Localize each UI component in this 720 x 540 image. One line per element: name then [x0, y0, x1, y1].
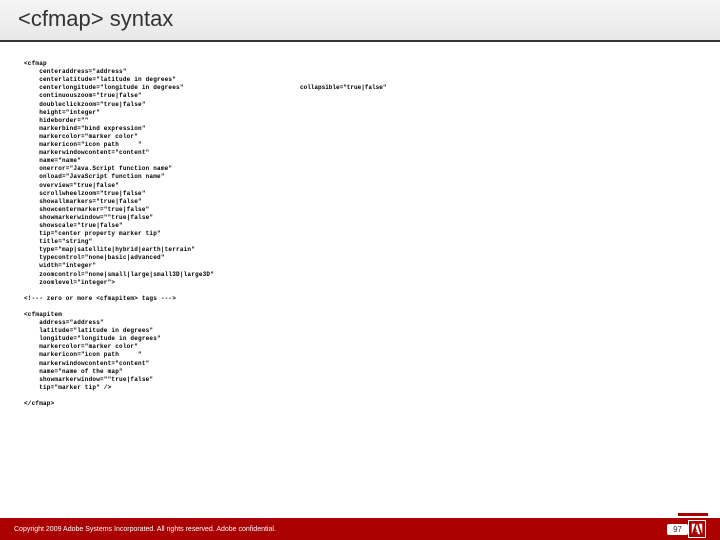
- footer-bar: Copyright 2009 Adobe Systems Incorporate…: [0, 518, 720, 540]
- code-line: showscale="true|false": [24, 222, 123, 229]
- code-line: markerbind="bind expression": [24, 125, 146, 132]
- code-line: scrollwheelzoom="true|false": [24, 190, 146, 197]
- code-line: centerlongitude="longitude in degrees": [24, 84, 184, 91]
- adobe-logo-icon: [688, 520, 706, 538]
- code-line: </cfmap>: [24, 400, 54, 407]
- code-line: longitude="longitude in degrees": [24, 335, 161, 342]
- code-line: markercolor="marker color": [24, 133, 138, 140]
- code-line: showmarkerwindow=""true|false": [24, 214, 153, 221]
- code-line: continuouszoom="true|false": [24, 92, 142, 99]
- code-line: <cfmap: [24, 60, 47, 67]
- code-line: name="name": [24, 157, 81, 164]
- page-number: 97: [667, 524, 688, 535]
- code-line: markercolor="marker color": [24, 343, 138, 350]
- code-line: hideborder="": [24, 117, 89, 124]
- code-line: markerwindowcontent="content": [24, 360, 149, 367]
- code-line: showcentermarker="true|false": [24, 206, 149, 213]
- code-line: tip="center property marker tip": [24, 230, 161, 237]
- code-line: type="map|satellite|hybrid|earth|terrain…: [24, 246, 195, 253]
- code-line: onload="JavaScript function name": [24, 173, 165, 180]
- code-line: title="string": [24, 238, 92, 245]
- accent-bar: [678, 513, 708, 516]
- code-line: markerwindowcontent="content": [24, 149, 149, 156]
- code-line: markericon="icon path ": [24, 351, 142, 358]
- copyright-text: Copyright 2009 Adobe Systems Incorporate…: [14, 526, 647, 533]
- code-line: doubleclickzoom="true|false": [24, 101, 146, 108]
- code-line: width="integer": [24, 262, 96, 269]
- code-line: tip="marker tip" />: [24, 384, 111, 391]
- code-line: <cfmapitem: [24, 311, 62, 318]
- slide-header: <cfmap> syntax: [0, 0, 720, 42]
- code-line: showmarkerwindow=""true|false": [24, 376, 153, 383]
- code-line: latitude="latitude in degrees": [24, 327, 153, 334]
- code-line: address="address": [24, 319, 104, 326]
- code-attr-collapsible: collapsible="true|false": [300, 84, 386, 91]
- slide-title: <cfmap> syntax: [18, 6, 702, 32]
- code-line: zoomcontrol="none|small|large|small3D|la…: [24, 271, 214, 278]
- code-line: centerlatitude="latitude in degrees": [24, 76, 176, 83]
- code-comment: <!--- zero or more <cfmapitem> tags --->: [24, 295, 176, 302]
- code-block: <cfmap centeraddress="address" centerlat…: [0, 42, 720, 408]
- code-line: markericon="icon path ": [24, 141, 142, 148]
- code-line: overview="true|false": [24, 182, 119, 189]
- code-line: showallmarkers="true|false": [24, 198, 142, 205]
- code-line: centeraddress="address": [24, 68, 127, 75]
- code-line: height="integer": [24, 109, 100, 116]
- code-line: onerror="Java.Script function name": [24, 165, 172, 172]
- code-line: zoomlevel="integer">: [24, 279, 115, 286]
- code-line: name="name of the map": [24, 368, 123, 375]
- code-line: typecontrol="none|basic|advanced": [24, 254, 165, 261]
